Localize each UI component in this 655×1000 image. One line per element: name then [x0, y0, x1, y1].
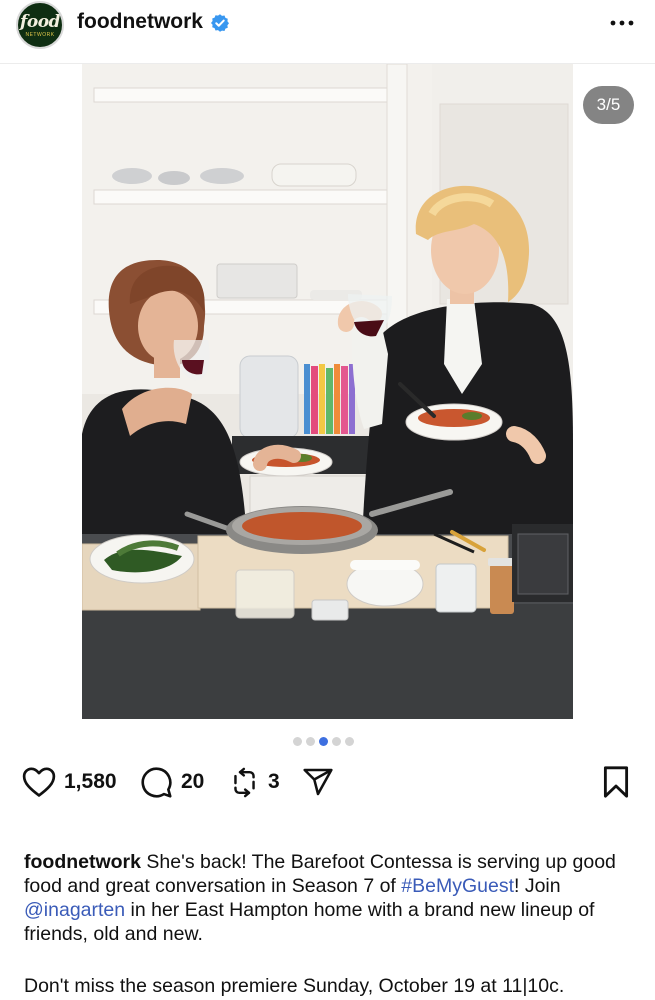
- carousel-dot[interactable]: [293, 737, 302, 746]
- comment-icon: [141, 766, 172, 798]
- caption-text: ! Join: [513, 875, 561, 897]
- avatar-logo-text: food: [20, 12, 60, 32]
- caption-username[interactable]: foodnetwork: [24, 851, 141, 873]
- share-button[interactable]: [301, 760, 335, 804]
- like-count: 1,580: [64, 770, 117, 793]
- post-image[interactable]: [82, 64, 573, 719]
- bookmark-button[interactable]: [601, 760, 631, 804]
- verified-badge-icon: [211, 14, 229, 32]
- hashtag-link[interactable]: #BeMyGuest: [401, 875, 514, 897]
- post-caption: foodnetwork She's back! The Barefoot Con…: [24, 850, 634, 998]
- carousel-indicator: [293, 737, 354, 747]
- comment-count: 20: [181, 770, 205, 793]
- avatar-logo-subtext: NETWORK: [25, 32, 55, 38]
- action-bar: 1,580 20 3: [0, 760, 655, 804]
- carousel-dot[interactable]: [345, 737, 354, 746]
- more-options-icon[interactable]: [608, 12, 636, 34]
- username[interactable]: foodnetwork: [77, 10, 203, 34]
- comment-button[interactable]: 20: [140, 760, 204, 804]
- post-header: food NETWORK foodnetwork: [0, 0, 655, 64]
- avatar[interactable]: food NETWORK: [16, 1, 64, 49]
- carousel-dot-active[interactable]: [319, 737, 328, 746]
- caption-paragraph-2: Don't miss the season premiere Sunday, O…: [24, 975, 565, 997]
- carousel-dot[interactable]: [332, 737, 341, 746]
- share-icon: [303, 768, 333, 796]
- repost-icon: [234, 767, 255, 797]
- repost-button[interactable]: 3: [229, 760, 280, 804]
- bookmark-icon: [603, 766, 629, 798]
- heart-icon: [22, 767, 56, 797]
- mention-link[interactable]: @inagarten: [24, 899, 125, 921]
- carousel-dot[interactable]: [306, 737, 315, 746]
- like-button[interactable]: 1,580: [22, 760, 117, 804]
- slide-counter: 3/5: [583, 86, 634, 124]
- repost-count: 3: [268, 770, 280, 793]
- caption-paragraph: foodnetwork She's back! The Barefoot Con…: [24, 850, 634, 946]
